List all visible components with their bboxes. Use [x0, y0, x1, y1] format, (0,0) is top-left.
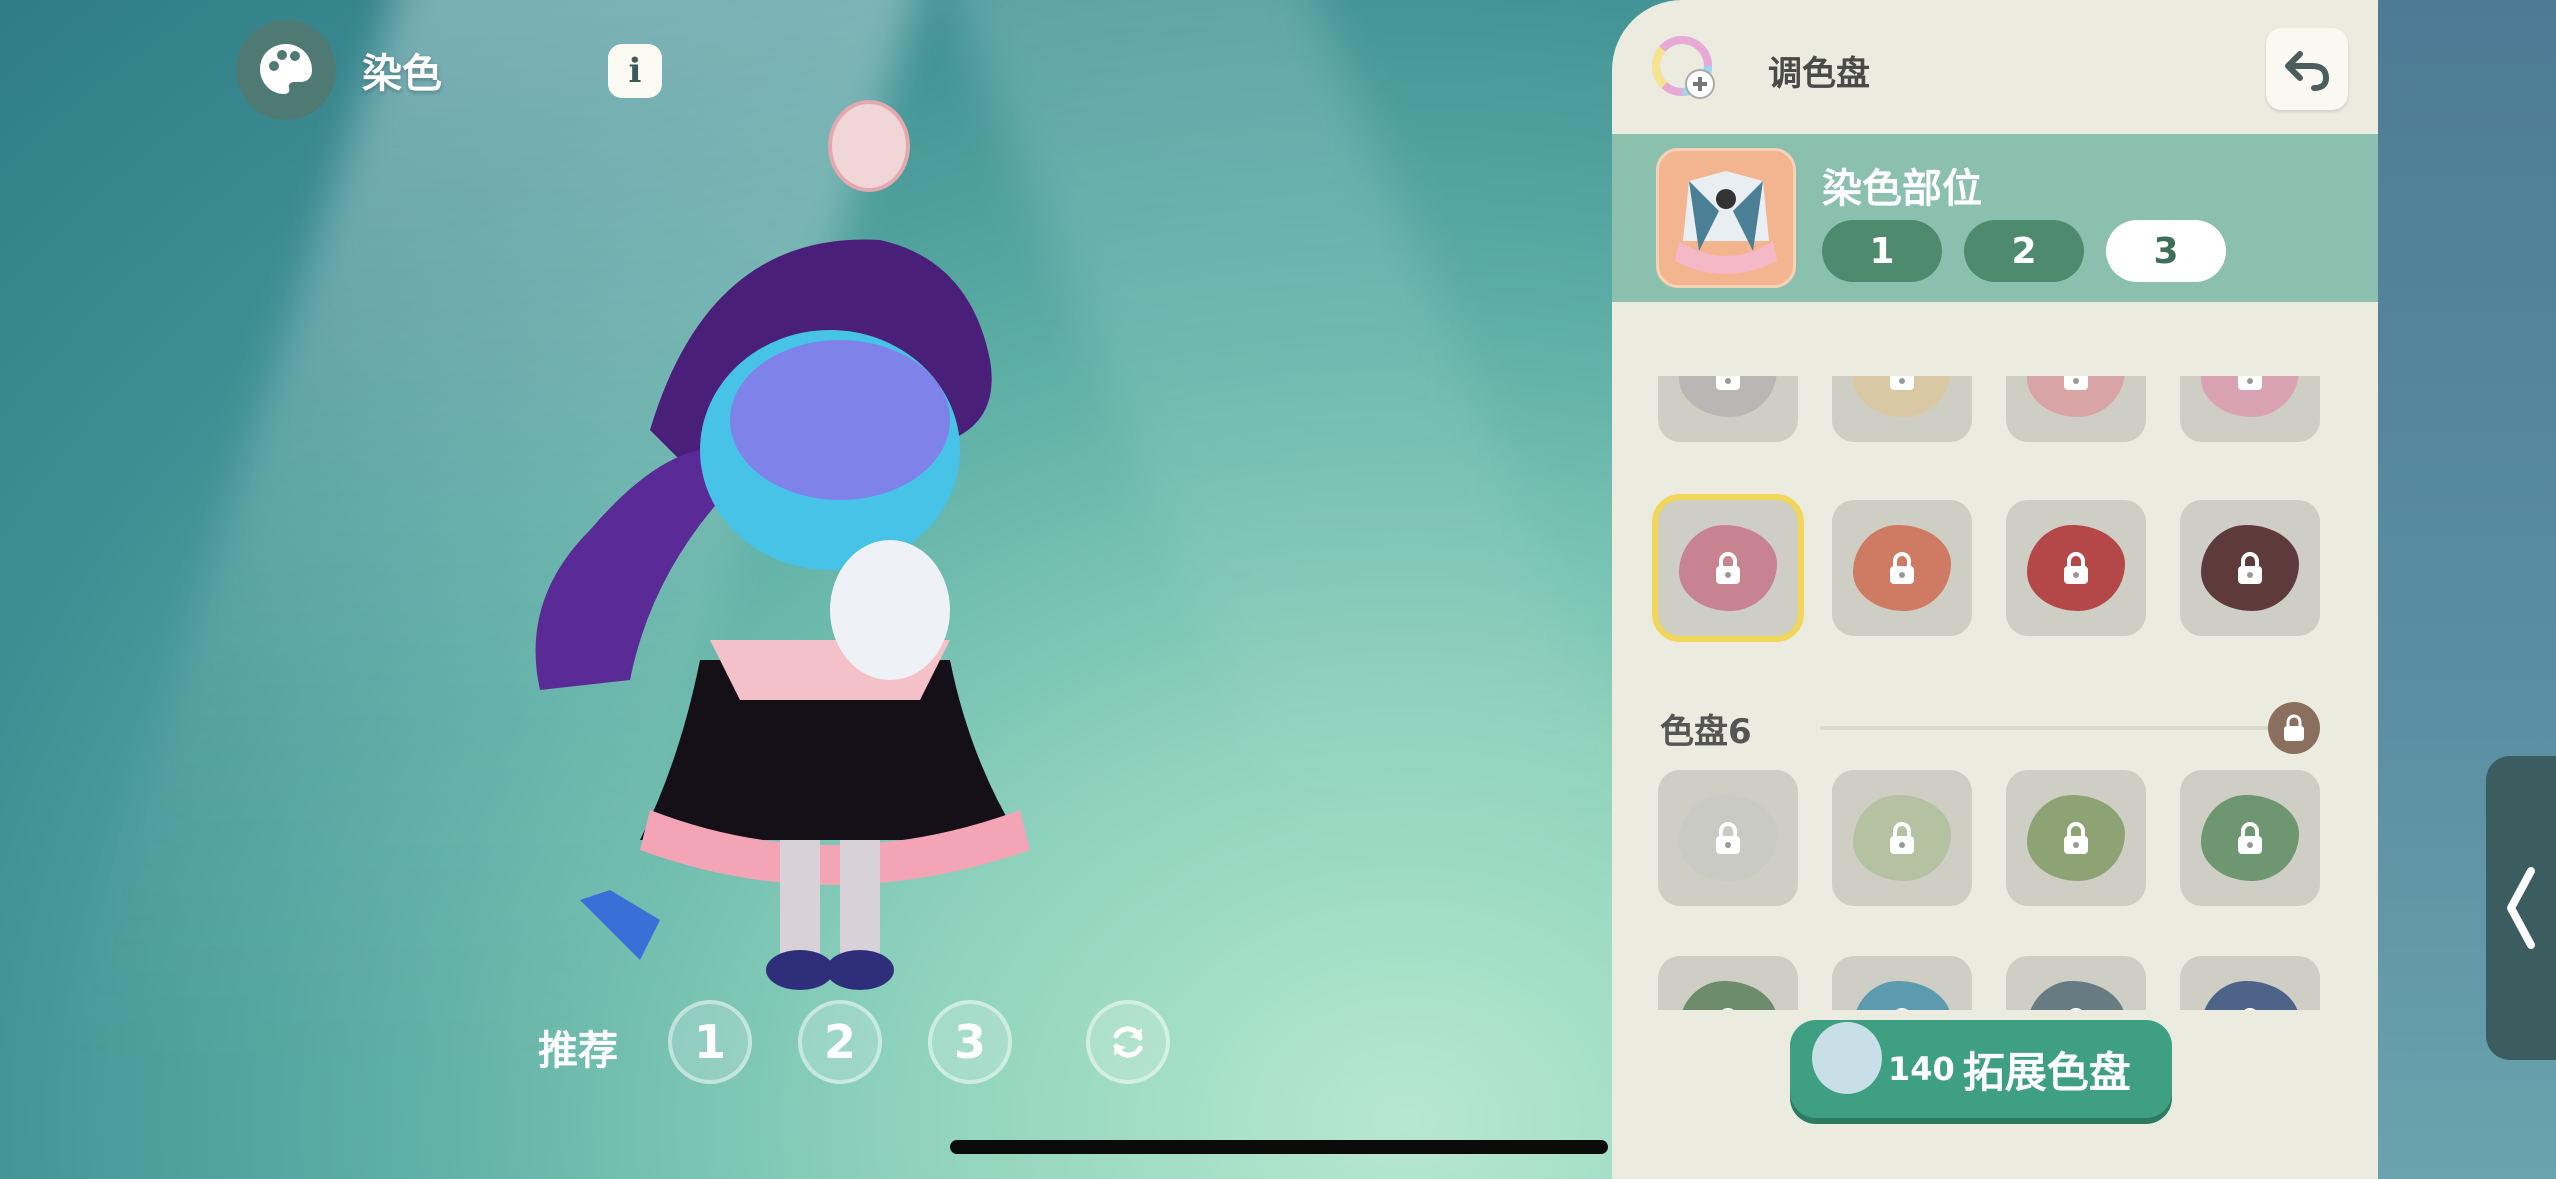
color-blob [1853, 525, 1951, 611]
lock-icon [2061, 550, 2091, 586]
color-blob [2201, 376, 2299, 417]
recommend-label: 推荐 [538, 1028, 618, 1074]
lock-icon [2235, 1006, 2265, 1010]
lock-icon [1713, 376, 1743, 392]
info-button[interactable]: i [608, 44, 662, 98]
dye-part-bar: 染色部位 1 2 3 [1612, 134, 2378, 302]
recommend-button-2[interactable]: 2 [798, 1000, 882, 1084]
expand-palette-button[interactable]: 140 拓展色盘 [1790, 1020, 2172, 1118]
lock-icon [2061, 376, 2091, 392]
part-tab-1[interactable]: 1 [1822, 220, 1942, 282]
color-blob [2201, 525, 2299, 611]
dye-header: 染色 [236, 20, 442, 120]
recommend-button-1[interactable]: 1 [668, 1000, 752, 1084]
lock-icon [1887, 1006, 1917, 1010]
lock-icon [2061, 820, 2091, 856]
palette-panel: 调色盘 染色部位 1 2 3 色盘6 140 拓展色盘 [1612, 0, 2378, 1179]
page-title: 染色 [362, 51, 442, 97]
panel-title: 调色盘 [1768, 54, 1870, 94]
color-swatch[interactable] [1832, 376, 1972, 442]
lock-icon [1887, 550, 1917, 586]
color-swatch[interactable] [2006, 376, 2146, 442]
color-swatch[interactable] [1658, 500, 1798, 636]
outfit-thumbnail [1656, 148, 1796, 288]
color-swatch[interactable] [2180, 770, 2320, 906]
color-blob [1679, 376, 1777, 417]
refresh-button[interactable] [1086, 1000, 1170, 1084]
color-blob [2201, 795, 2299, 881]
lock-icon [2235, 820, 2265, 856]
lock-icon [2061, 1006, 2091, 1010]
part-tab-2[interactable]: 2 [1964, 220, 2084, 282]
color-blob [1853, 376, 1951, 417]
chevron-left-icon [2507, 867, 2535, 949]
home-indicator [950, 1140, 1608, 1154]
section-divider [1820, 726, 2290, 730]
color-swatch[interactable] [2180, 500, 2320, 636]
palette-icon[interactable] [236, 20, 336, 120]
accessory-badge-icon [828, 100, 910, 192]
swatch-scroll-area[interactable]: 色盘6 [1612, 376, 2378, 1010]
color-blob [1679, 795, 1777, 881]
side-collapse-tab[interactable] [2486, 756, 2556, 1060]
color-blob [1853, 981, 1951, 1010]
color-blob [2027, 795, 2125, 881]
recommend-button-3[interactable]: 3 [928, 1000, 1012, 1084]
palette-section-label: 色盘6 [1660, 712, 1752, 752]
refresh-icon [1113, 1026, 1143, 1058]
color-swatch[interactable] [1658, 770, 1798, 906]
color-blob [1679, 525, 1777, 611]
lock-icon [2235, 376, 2265, 392]
color-swatch[interactable] [2180, 956, 2320, 1010]
lock-icon [1887, 376, 1917, 392]
section-lock-icon[interactable] [2268, 702, 2320, 754]
color-swatch[interactable] [1658, 956, 1798, 1010]
color-swatch[interactable] [1832, 956, 1972, 1010]
color-blob [2027, 981, 2125, 1010]
color-blob [2027, 525, 2125, 611]
color-swatch[interactable] [1832, 770, 1972, 906]
color-blob [1853, 795, 1951, 881]
lock-icon [1713, 550, 1743, 586]
color-blob [2201, 981, 2299, 1010]
back-button[interactable] [2266, 28, 2348, 110]
panel-header: 调色盘 [1612, 0, 2378, 134]
lock-icon [1713, 820, 1743, 856]
lock-icon [2235, 550, 2265, 586]
color-blob [2027, 376, 2125, 417]
color-swatch[interactable] [2006, 500, 2146, 636]
color-swatch[interactable] [2006, 956, 2146, 1010]
color-swatch[interactable] [1658, 376, 1798, 442]
lock-icon [1713, 1006, 1743, 1010]
color-swatch[interactable] [2180, 376, 2320, 442]
character-avatar-icon [1812, 1022, 1882, 1094]
color-wheel-add-icon [1652, 36, 1715, 99]
undo-icon [2285, 51, 2330, 91]
color-swatch[interactable] [1832, 500, 1972, 636]
dye-part-title: 染色部位 [1822, 166, 1982, 212]
color-blob [1679, 981, 1777, 1010]
part-tab-3[interactable]: 3 [2106, 220, 2226, 282]
color-swatch[interactable] [2006, 770, 2146, 906]
expand-label: 拓展色盘 [1962, 1047, 2131, 1097]
lock-icon [1887, 820, 1917, 856]
expand-cost: 140 [1888, 1050, 1955, 1088]
character-model [535, 239, 1030, 990]
